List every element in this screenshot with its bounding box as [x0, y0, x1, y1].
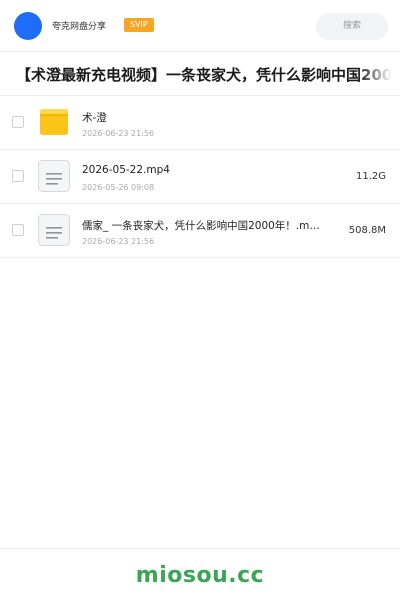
share-title-bar: 【术澄最新充电视频】一条丧家犬，凭什么影响中国2000年 [0, 52, 400, 96]
row-checkbox[interactable] [12, 116, 24, 128]
footer: miosou.cc [0, 548, 400, 600]
row-checkbox[interactable] [12, 224, 24, 236]
file-name[interactable]: 术-澄 [82, 110, 330, 125]
document-icon [38, 214, 70, 246]
file-date: 2026-05-26 09:08 [82, 183, 155, 192]
file-row-video[interactable]: 2026-05-22.mp4 2026-05-26 09:08 11.2G [0, 150, 400, 204]
folder-icon [38, 106, 70, 138]
top-bar: 夸克网盘分享 SVIP 搜索 [0, 0, 400, 52]
svip-badge: SVIP [124, 18, 154, 32]
file-size: 508.8M [348, 225, 386, 236]
file-name[interactable]: 儒家_ 一条丧家犬，凭什么影响中国2000年！.m… [82, 218, 330, 233]
file-row-video[interactable]: 儒家_ 一条丧家犬，凭什么影响中国2000年！.m… 2026-06-23 21… [0, 204, 400, 258]
file-date: 2026-06-23 21:56 [82, 237, 155, 246]
file-date: 2026-06-23 21:56 [82, 129, 155, 138]
search-button[interactable]: 搜索 [316, 13, 388, 40]
document-icon [38, 160, 70, 192]
share-title: 【术澄最新充电视频】一条丧家犬，凭什么影响中国2000年 [16, 66, 400, 84]
file-row-folder[interactable]: 术-澄 2026-06-23 21:56 [0, 96, 400, 150]
file-size: 11.2G [355, 171, 386, 182]
file-name[interactable]: 2026-05-22.mp4 [82, 164, 330, 176]
app-name: 夸克网盘分享 [52, 22, 107, 32]
avatar[interactable] [14, 12, 42, 40]
footer-brand[interactable]: miosou.cc [136, 563, 264, 588]
row-checkbox[interactable] [12, 170, 24, 182]
title-fade [358, 52, 400, 95]
